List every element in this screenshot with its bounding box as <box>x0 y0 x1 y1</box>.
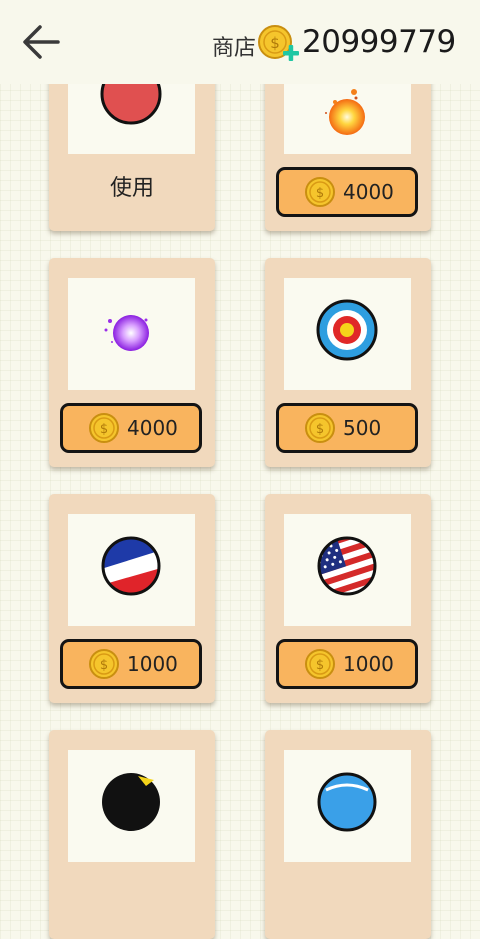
page-title: 商店 <box>212 36 257 61</box>
use-button[interactable]: 使用 <box>49 170 215 202</box>
price-label: 1000 <box>343 652 394 676</box>
price-label: 1000 <box>127 652 178 676</box>
svg-text:$: $ <box>316 422 324 437</box>
top-bar: 商店 $ 20999779 <box>0 0 480 84</box>
coin-balance: 20999779 <box>302 24 456 60</box>
black-ball-icon <box>102 773 160 831</box>
buy-button[interactable]: $ 4000 <box>60 403 202 453</box>
coin-icon: $ <box>89 649 119 679</box>
item-preview <box>284 750 411 862</box>
shop-item-usa-flag[interactable]: $ 1000 <box>265 494 431 703</box>
coin-icon: $ <box>305 413 335 443</box>
svg-text:$: $ <box>316 658 324 673</box>
buy-button[interactable]: $ 1000 <box>276 639 418 689</box>
shop-grid: 使用 $ 4000 $ 4000 $ 500 $ 1000 $ 1000 <box>0 0 480 939</box>
coin-icon: $ <box>305 649 335 679</box>
buy-button[interactable]: $ 1000 <box>60 639 202 689</box>
item-preview <box>68 278 195 390</box>
price-label: 500 <box>343 416 382 440</box>
back-arrow-icon[interactable] <box>18 22 62 62</box>
item-preview <box>68 514 195 626</box>
blue-ball-icon <box>317 772 377 832</box>
shop-item-black-ball[interactable] <box>49 730 215 939</box>
france-flag-ball-icon <box>101 536 161 596</box>
svg-text:$: $ <box>316 186 324 201</box>
usa-flag-ball-icon <box>317 536 377 596</box>
coin-icon: $ <box>89 413 119 443</box>
item-preview <box>284 278 411 390</box>
item-preview <box>68 750 195 862</box>
coin-icon: $ <box>305 177 335 207</box>
item-preview <box>284 514 411 626</box>
svg-text:$: $ <box>100 422 108 437</box>
buy-button[interactable]: $ 4000 <box>276 167 418 217</box>
target-icon <box>316 299 378 361</box>
shop-item-blue-ball[interactable] <box>265 730 431 939</box>
shop-item-purple-orb[interactable]: $ 4000 <box>49 258 215 467</box>
price-label: 4000 <box>343 180 394 204</box>
coin-plus-icon[interactable]: $ <box>256 24 300 64</box>
svg-text:$: $ <box>100 658 108 673</box>
shop-item-france-flag[interactable]: $ 1000 <box>49 494 215 703</box>
purple-orb-icon <box>104 315 149 351</box>
shop-item-target[interactable]: $ 500 <box>265 258 431 467</box>
price-label: 4000 <box>127 416 178 440</box>
buy-button[interactable]: $ 500 <box>276 403 418 453</box>
svg-text:$: $ <box>270 34 280 52</box>
